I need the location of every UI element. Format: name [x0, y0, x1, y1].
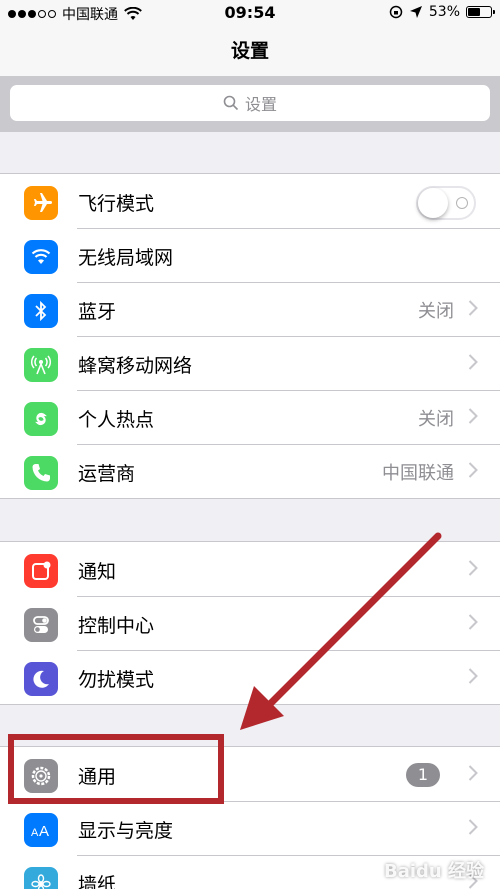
chevron-right-icon — [468, 354, 478, 370]
wallpaper-icon — [24, 867, 58, 889]
search-icon — [223, 95, 239, 111]
row-label: 无线局域网 — [78, 247, 174, 269]
chevron-right-icon — [468, 462, 478, 478]
row-display-brightness[interactable]: A A 显示与亮度 — [0, 801, 500, 855]
chevron-right-icon — [468, 819, 478, 835]
chevron-right-icon — [468, 408, 478, 424]
row-personal-hotspot[interactable]: 个人热点 关闭 — [0, 390, 500, 444]
cellular-icon — [24, 348, 58, 382]
row-label: 墙纸 — [78, 874, 117, 889]
row-detail: 关闭 — [418, 409, 454, 430]
search-placeholder: 设置 — [244, 95, 277, 114]
watermark-logo: Baidu 经验 — [383, 861, 484, 882]
chevron-right-icon — [468, 560, 478, 576]
row-wlan[interactable]: 无线局域网 — [0, 228, 500, 282]
battery-icon — [466, 6, 495, 18]
airplane-mode-toggle[interactable] — [416, 186, 476, 220]
chevron-right-icon — [468, 765, 478, 781]
toggle-off-indicator — [456, 197, 468, 209]
bluetooth-icon — [24, 294, 58, 328]
update-badge: 1 — [406, 763, 440, 787]
row-detail: 关闭 — [418, 301, 454, 322]
phone-icon — [24, 456, 58, 490]
row-label: 勿扰模式 — [78, 669, 155, 691]
row-label: 蜂窝移动网络 — [78, 355, 193, 377]
notification-icon — [24, 554, 58, 588]
hotspot-icon — [24, 402, 58, 436]
row-airplane-mode[interactable]: 飞行模式 — [0, 174, 500, 228]
row-label: 通知 — [78, 561, 117, 583]
moon-icon — [24, 662, 58, 696]
row-control-center[interactable]: 控制中心 — [0, 596, 500, 650]
rotation-lock-icon — [389, 5, 403, 19]
chevron-right-icon — [468, 300, 478, 316]
control-center-icon — [24, 608, 58, 642]
location-icon — [409, 6, 422, 18]
row-carrier[interactable]: 运营商 中国联通 — [0, 444, 500, 498]
row-cellular[interactable]: 蜂窝移动网络 — [0, 336, 500, 390]
settings-group-notifications: 通知 控制中心 勿扰模式 — [0, 541, 500, 705]
nav-bar: 设置 — [0, 28, 500, 76]
status-bar: 中国联通 09:54 53% — [0, 0, 500, 28]
page-title: 设置 — [230, 40, 269, 62]
row-notifications[interactable]: 通知 — [0, 542, 500, 596]
row-label: 飞行模式 — [78, 193, 155, 215]
row-label: 显示与亮度 — [78, 820, 174, 842]
status-right: 53% — [389, 4, 495, 20]
chevron-right-icon — [468, 668, 478, 684]
chevron-right-icon — [468, 614, 478, 630]
settings-group-connectivity: 飞行模式 无线局域网 蓝牙 关闭 蜂窝移动网络 个人热点 关闭 运营商 中国联通 — [0, 173, 500, 499]
row-bluetooth[interactable]: 蓝牙 关闭 — [0, 282, 500, 336]
row-label: 控制中心 — [78, 615, 155, 637]
search-bar: 设置 — [0, 76, 500, 132]
row-detail: 中国联通 — [382, 463, 454, 484]
row-label: 个人热点 — [78, 409, 155, 431]
row-label: 蓝牙 — [78, 301, 117, 323]
wifi-icon — [24, 240, 58, 274]
row-do-not-disturb[interactable]: 勿扰模式 — [0, 650, 500, 704]
search-input[interactable]: 设置 — [10, 85, 490, 121]
battery-percent: 53% — [428, 4, 460, 20]
text-size-icon: A A — [24, 813, 58, 847]
toggle-knob — [418, 188, 448, 218]
svg-text:A: A — [39, 823, 49, 840]
svg-text:A: A — [31, 827, 39, 839]
highlight-box — [8, 734, 224, 804]
airplane-icon — [24, 186, 58, 220]
row-label: 运营商 — [78, 463, 136, 485]
